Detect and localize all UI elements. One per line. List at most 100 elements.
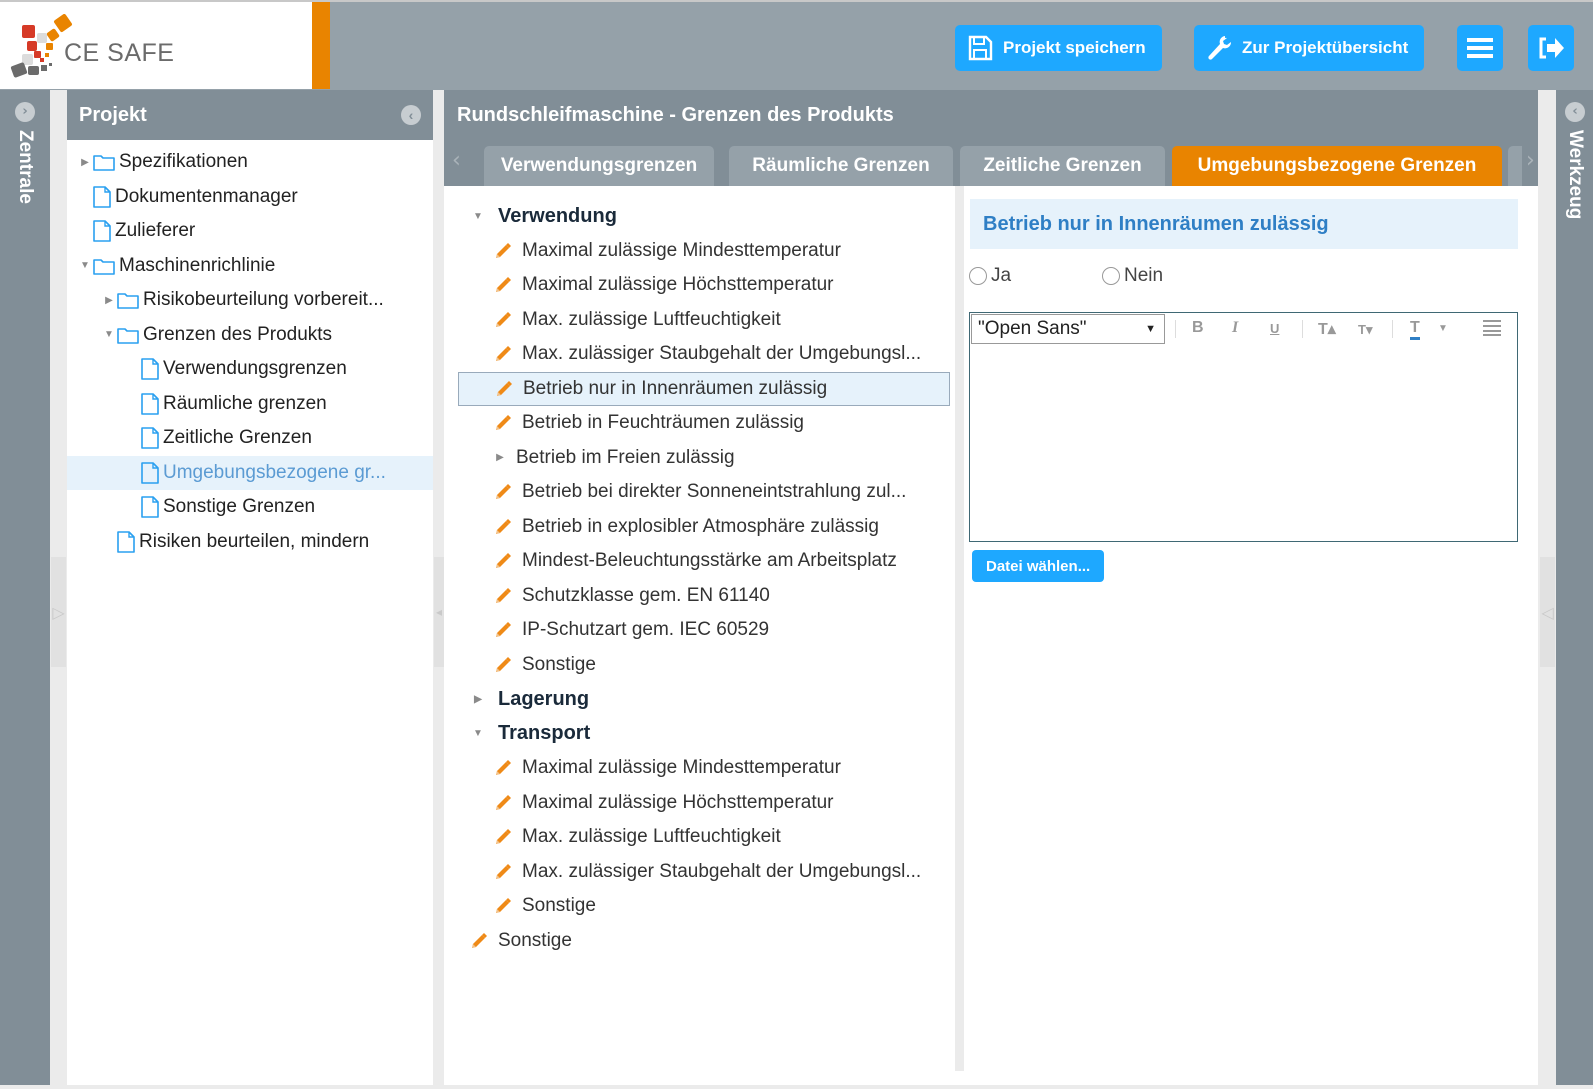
project-panel-title: Projekt (79, 103, 147, 126)
choose-file-button[interactable]: Datei wählen... (972, 550, 1105, 582)
pencil-icon (494, 656, 522, 674)
tab-scroll-left-icon[interactable]: ‹ (452, 148, 461, 173)
zentrale-label[interactable]: Zentrale (14, 130, 36, 204)
tab-scroll-right-icon[interactable]: › (1526, 148, 1535, 173)
caret-down-icon[interactable]: ▼ (470, 728, 486, 739)
chevron-left-circle-icon[interactable]: ‹ (401, 105, 421, 125)
caret-right-icon[interactable]: ▶ (492, 452, 508, 463)
caret-right-icon[interactable]: ▶ (101, 295, 117, 306)
tree-item[interactable]: Dokumentenmanager (67, 180, 433, 214)
project-overview-button[interactable]: Zur Projektübersicht (1194, 25, 1425, 71)
tab-verwendungsgrenzen[interactable]: Verwendungsgrenzen (484, 146, 714, 186)
superscript-button[interactable]: T▴ (1318, 319, 1336, 339)
list-item[interactable]: Schutzklasse gem. EN 61140 (458, 579, 950, 613)
list-item[interactable]: Max. zulässiger Staubgehalt der Umgebung… (458, 337, 950, 371)
tree-item[interactable]: Räumliche grenzen (67, 387, 433, 421)
list-item[interactable]: Sonstige (458, 648, 950, 682)
list-group[interactable]: ▼ Transport (458, 717, 950, 751)
list-item[interactable]: Maximal zulässige Mindesttemperatur (458, 234, 950, 268)
tab-zeitliche-grenzen[interactable]: Zeitliche Grenzen (960, 146, 1165, 186)
list-item-label: Max. zulässige Luftfeuchtigkeit (522, 308, 781, 330)
list-group[interactable]: ▼ Verwendung (458, 199, 950, 233)
right-collapse-handle[interactable]: ◁ (1540, 557, 1555, 667)
italic-button[interactable]: I (1232, 319, 1238, 337)
logo-accent-bar (312, 2, 330, 89)
pencil-icon (495, 380, 523, 398)
tree-item[interactable]: Sonstige Grenzen (67, 490, 433, 524)
tab-umgebungsbezogene-grenzen[interactable]: Umgebungsbezogene Grenzen (1172, 146, 1502, 186)
project-panel-resize-handle[interactable]: ◂ (434, 557, 444, 667)
list-item[interactable]: Max. zulässiger Staubgehalt der Umgebung… (458, 855, 950, 889)
font-family-select[interactable]: "Open Sans" ▼ (971, 314, 1165, 344)
list-item[interactable]: Betrieb in Feuchträumen zulässig (458, 406, 950, 440)
list-item[interactable]: Sonstige (458, 924, 950, 958)
list-item[interactable]: Maximal zulässige Höchsttemperatur (458, 786, 950, 820)
caret-down-icon[interactable]: ▼ (470, 211, 486, 222)
list-item[interactable]: Betrieb in explosibler Atmosphäre zuläss… (458, 510, 950, 544)
menu-button[interactable] (1457, 25, 1503, 71)
list-item-label: Maximal zulässige Höchsttemperatur (522, 791, 834, 813)
list-item[interactable]: Maximal zulässige Mindesttemperatur (458, 751, 950, 785)
tree-item[interactable]: ▶ Risikobeurteilung vorbereit... (67, 283, 433, 317)
list-item[interactable]: Sonstige (458, 889, 950, 923)
list-detail-divider[interactable] (955, 186, 964, 1071)
list-item[interactable]: Maximal zulässige Höchsttemperatur (458, 268, 950, 302)
list-group[interactable]: ▶ Betrieb im Freien zulässig (458, 441, 950, 475)
file-icon (117, 531, 135, 553)
werkzeug-label[interactable]: Werkzeug (1564, 130, 1586, 219)
tree-item[interactable]: Umgebungsbezogene gr... (67, 455, 433, 490)
file-icon (141, 496, 159, 518)
radio-nein-label: Nein (1124, 265, 1164, 286)
radio-circle[interactable] (969, 267, 987, 285)
tab-raeumliche-grenzen[interactable]: Räumliche Grenzen (729, 146, 953, 186)
pencil-icon (494, 828, 522, 846)
tree-item-label: Risikobeurteilung vorbereit... (143, 289, 384, 310)
tree-item[interactable]: ▼ Maschinenrichlinie (67, 249, 433, 283)
list-item[interactable]: Mindest-Beleuchtungsstärke am Arbeitspla… (458, 544, 950, 578)
align-justify-icon[interactable] (1483, 320, 1501, 336)
radio-ja-label: Ja (991, 265, 1012, 286)
list-item[interactable]: Betrieb bei direkter Sonneneintstrahlung… (458, 475, 950, 509)
tree-item[interactable]: ▼ Grenzen des Produkts (67, 318, 433, 352)
save-project-button[interactable]: Projekt speichern (955, 25, 1162, 71)
subscript-button[interactable]: T▾ (1358, 322, 1372, 338)
radio-nein[interactable]: Nein (1102, 265, 1163, 287)
file-icon (141, 462, 159, 484)
bold-button[interactable]: B (1192, 319, 1204, 337)
tree-item[interactable]: Risiken beurteilen, mindern (67, 525, 433, 559)
right-sidebar-strip[interactable]: ‹ Werkzeug (1556, 90, 1593, 1085)
list-item-label: Lagerung (498, 687, 590, 710)
text-color-dropdown-icon[interactable]: ▼ (1438, 323, 1448, 334)
chevron-left-circle-icon[interactable]: ‹ (1565, 102, 1585, 122)
pencil-icon (494, 794, 522, 812)
logo-text: CE SAFE (64, 39, 175, 67)
left-collapse-handle[interactable]: ▷ (51, 557, 66, 667)
left-sidebar-strip[interactable]: › Zentrale (0, 90, 50, 1085)
chevron-right-circle-icon[interactable]: › (15, 102, 35, 122)
editor-content-area[interactable] (970, 347, 1517, 537)
choose-file-label: Datei wählen... (986, 557, 1091, 575)
list-item[interactable]: IP-Schutzart gem. IEC 60529 (458, 613, 950, 647)
list-group[interactable]: ▶ Lagerung (458, 682, 950, 716)
tree-item[interactable]: Verwendungsgrenzen (67, 352, 433, 386)
tree-item[interactable]: Zeitliche Grenzen (67, 421, 433, 455)
caret-right-icon[interactable]: ▶ (77, 157, 93, 168)
list-item[interactable]: Max. zulässige Luftfeuchtigkeit (458, 820, 950, 854)
tree-item[interactable]: Zulieferer (67, 214, 433, 248)
tree-item[interactable]: ▶ Spezifikationen (67, 145, 433, 179)
caret-down-icon[interactable]: ▼ (77, 260, 93, 271)
list-item[interactable]: Betrieb nur in Innenräumen zulässig (458, 371, 950, 406)
rich-text-editor[interactable]: "Open Sans" ▼ B I U T▴ T▾ T ▼ (969, 312, 1518, 542)
caret-down-icon[interactable]: ▼ (101, 329, 117, 340)
logout-button[interactable] (1528, 25, 1574, 71)
tab-label: Räumliche Grenzen (752, 155, 930, 176)
list-item[interactable]: Max. zulässige Luftfeuchtigkeit (458, 303, 950, 337)
sign-out-icon (1539, 37, 1564, 59)
text-color-button[interactable]: T (1410, 319, 1420, 340)
radio-ja[interactable]: Ja (969, 265, 1011, 287)
pencil-icon (494, 621, 522, 639)
pencil-icon (494, 518, 522, 536)
underline-button[interactable]: U (1270, 321, 1279, 336)
caret-right-icon[interactable]: ▶ (470, 694, 486, 705)
radio-circle[interactable] (1102, 267, 1120, 285)
